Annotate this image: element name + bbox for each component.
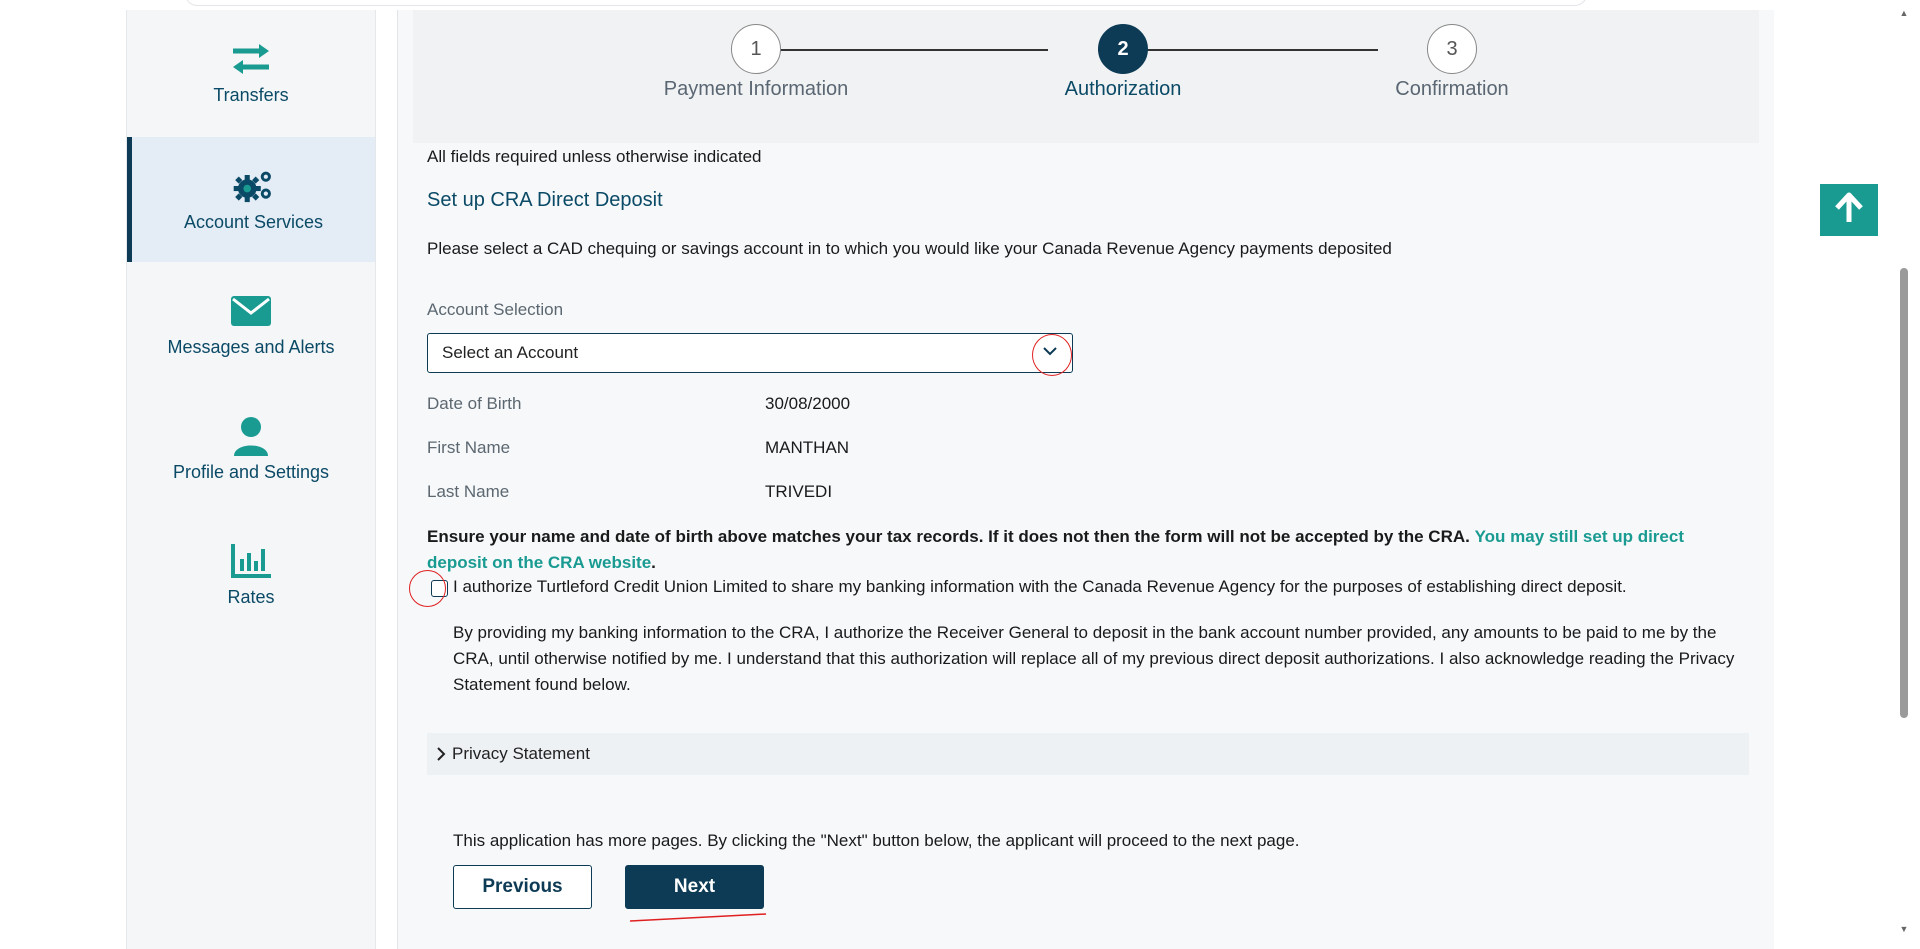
dob-label: Date of Birth [427, 394, 522, 413]
annotation-underline [629, 913, 767, 922]
previous-button[interactable]: Previous [453, 865, 592, 909]
gears-icon [232, 166, 276, 206]
privacy-statement-toggle[interactable]: Privacy Statement [427, 733, 1749, 775]
step-number: 3 [1446, 37, 1458, 60]
annotation-circle [1032, 334, 1072, 376]
sidebar-item-label: Rates [227, 587, 275, 607]
authorize-label: I authorize Turtleford Credit Union Limi… [453, 577, 1627, 596]
first-name-label: First Name [427, 438, 511, 457]
account-select[interactable]: Select an Account [427, 333, 1073, 373]
step-connector [756, 49, 1048, 51]
first-name-value: MANTHAN [765, 438, 850, 457]
authorization-detail: By providing my banking information to t… [453, 623, 1735, 694]
account-select-value: Select an Account [442, 343, 579, 362]
scroll-down-arrow-icon[interactable]: ▼ [1898, 924, 1910, 934]
arrow-up-icon [1832, 191, 1866, 230]
step-number: 2 [1117, 37, 1129, 60]
header-edge [185, 0, 1587, 6]
sidebar-item-label: Profile and Settings [172, 462, 330, 482]
scroll-up-arrow-icon[interactable]: ▲ [1898, 8, 1910, 18]
step-number: 1 [750, 37, 762, 60]
sidebar-item-account-services[interactable]: Account Services [127, 137, 375, 262]
scroll-to-top-button[interactable] [1820, 184, 1878, 236]
required-note: All fields required unless otherwise ind… [427, 147, 762, 166]
privacy-statement-label: Privacy Statement [452, 744, 590, 763]
dob-value: 30/08/2000 [765, 394, 851, 413]
sidebar-item-label: Transfers [213, 85, 289, 105]
bar-chart-icon [229, 541, 273, 581]
tax-records-warning: Ensure your name and date of birth above… [427, 524, 1743, 576]
step-2-label: Authorization [1064, 78, 1182, 100]
person-icon [229, 416, 273, 456]
sidebar-item-label: Messages and Alerts [167, 337, 335, 357]
last-name-value: TRIVEDI [765, 482, 833, 501]
sidebar-item-profile-settings[interactable]: Profile and Settings [127, 387, 375, 512]
warning-text: Ensure your name and date of birth above… [427, 527, 1470, 546]
main-content: 1 Payment Information 2 Authorization 3 … [397, 10, 1774, 949]
chevron-right-icon [436, 746, 446, 762]
page-title: Set up CRA Direct Deposit [427, 189, 663, 211]
annotation-circle [409, 570, 446, 607]
sidebar-item-transfers[interactable]: Transfers [127, 10, 375, 135]
account-selection-label: Account Selection [427, 300, 564, 319]
next-button[interactable]: Next [625, 865, 764, 909]
page: Transfers Account Services Messages and … [0, 0, 1920, 949]
pages-note: This application has more pages. By clic… [453, 831, 1300, 850]
transfer-arrows-icon [229, 39, 273, 79]
progress-stepper: 1 Payment Information 2 Authorization 3 … [413, 10, 1759, 143]
sidebar: Transfers Account Services Messages and … [126, 10, 376, 949]
sidebar-item-label: Account Services [183, 212, 324, 232]
envelope-icon [229, 291, 273, 331]
step-2-circle: 2 [1098, 24, 1148, 74]
last-name-label: Last Name [427, 482, 510, 501]
step-3-label: Confirmation [1395, 78, 1509, 100]
sidebar-item-rates[interactable]: Rates [127, 512, 375, 637]
step-3-circle: 3 [1427, 24, 1477, 74]
scrollbar-thumb[interactable] [1900, 268, 1908, 718]
warning-period: . [651, 553, 656, 572]
sidebar-item-messages-alerts[interactable]: Messages and Alerts [127, 262, 375, 387]
step-1-label: Payment Information [663, 78, 849, 100]
step-1-circle: 1 [731, 24, 781, 74]
instruction-text: Please select a CAD chequing or savings … [427, 239, 1392, 258]
